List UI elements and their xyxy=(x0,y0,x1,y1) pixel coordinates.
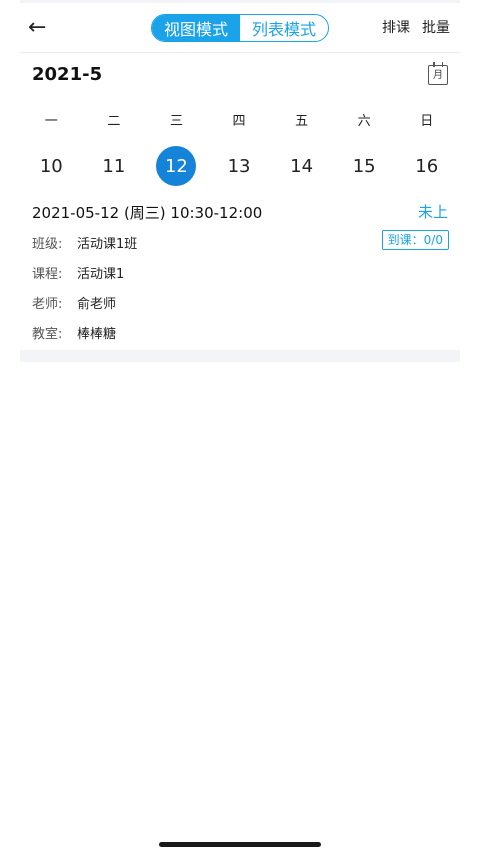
course-row: 课程: 活动课1 xyxy=(32,263,124,282)
classroom-key: 教室: xyxy=(32,327,63,342)
month-label: 2021-5 xyxy=(32,64,103,85)
weekday-label: 四 xyxy=(232,114,246,129)
date-cell-selected[interactable]: 12 xyxy=(156,146,197,186)
tab-view-mode[interactable]: 视图模式 xyxy=(152,15,240,41)
date-cell[interactable]: 14 xyxy=(282,146,322,186)
weekday-label: 六 xyxy=(357,114,371,129)
date-cell[interactable]: 16 xyxy=(407,146,447,186)
date-cell[interactable]: 11 xyxy=(94,146,134,186)
view-mode-segmented-control: 视图模式 列表模式 xyxy=(151,14,329,42)
month-row: 2021-5 月 xyxy=(20,60,460,92)
teacher-key: 老师: xyxy=(32,297,63,312)
batch-button[interactable]: 批量 xyxy=(422,17,450,37)
date-cell[interactable]: 10 xyxy=(31,146,71,186)
weekday-header: 一 二 三 四 五 六 日 xyxy=(20,110,458,129)
month-icon-text: 月 xyxy=(433,70,443,81)
month-calendar-icon[interactable]: 月 xyxy=(428,62,448,85)
lesson-time: 2021-05-12 (周三) 10:30-12:00 xyxy=(32,204,263,222)
schedule-button[interactable]: 排课 xyxy=(382,17,410,37)
weekday-label: 一 xyxy=(44,114,58,129)
teacher-value: 俞老师 xyxy=(77,297,117,312)
date-cell[interactable]: 15 xyxy=(344,146,384,186)
weekday-label: 三 xyxy=(169,114,183,129)
attendance-badge[interactable]: 到课：0/0 xyxy=(381,230,449,250)
header-bar: ← 视图模式 列表模式 排课 批量 xyxy=(20,3,460,53)
section-divider-strip xyxy=(20,350,460,362)
classroom-value: 棒棒糖 xyxy=(77,327,117,342)
weekday-label: 五 xyxy=(295,114,309,129)
tab-list-mode[interactable]: 列表模式 xyxy=(240,15,328,41)
lesson-card[interactable]: 2021-05-12 (周三) 10:30-12:00 未上 到课：0/0 班级… xyxy=(20,196,460,350)
class-key: 班级: xyxy=(32,237,63,252)
week-dates-row: 10 11 12 13 14 15 16 xyxy=(20,146,458,186)
class-row: 班级: 活动课1班 xyxy=(32,233,137,252)
classroom-row: 教室: 棒棒糖 xyxy=(32,323,116,342)
date-cell[interactable]: 13 xyxy=(219,146,259,186)
lesson-status: 未上 xyxy=(417,203,448,221)
class-value: 活动课1班 xyxy=(77,237,138,252)
back-arrow-icon[interactable]: ← xyxy=(28,15,58,41)
course-value: 活动课1 xyxy=(77,267,125,282)
teacher-row: 老师: 俞老师 xyxy=(32,293,116,312)
course-key: 课程: xyxy=(32,267,63,282)
home-indicator[interactable] xyxy=(159,842,321,847)
weekday-label: 日 xyxy=(420,114,434,129)
weekday-label: 二 xyxy=(107,114,121,129)
